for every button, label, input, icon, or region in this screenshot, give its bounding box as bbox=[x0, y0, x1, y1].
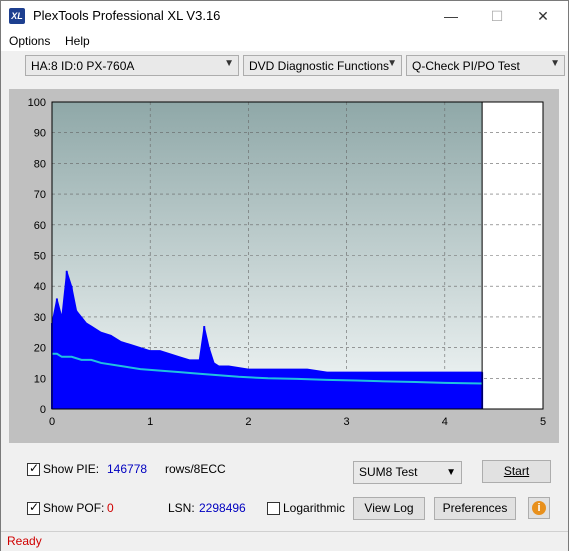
drive-select[interactable]: HA:8 ID:0 PX-760A ▼ bbox=[25, 55, 239, 76]
chevron-down-icon: ▼ bbox=[550, 58, 560, 69]
function-select[interactable]: DVD Diagnostic Functions ▼ bbox=[243, 55, 402, 76]
close-button[interactable]: ✕ bbox=[520, 1, 566, 31]
show-pie-checkbox[interactable]: ✓ bbox=[27, 461, 40, 476]
y-tick-label: 0 bbox=[40, 404, 46, 416]
lsn-value: 2298496 bbox=[199, 501, 246, 515]
test-select[interactable]: Q-Check PI/PO Test ▼ bbox=[406, 55, 565, 76]
toolbar: HA:8 ID:0 PX-760A ▼ DVD Diagnostic Funct… bbox=[1, 51, 568, 83]
start-button[interactable]: Start bbox=[482, 460, 551, 483]
x-tick-label: 3 bbox=[344, 416, 350, 428]
pof-value: 0 bbox=[107, 501, 114, 515]
chevron-down-icon: ▼ bbox=[446, 467, 456, 478]
test-select-value: Q-Check PI/PO Test bbox=[412, 59, 520, 73]
x-tick-label: 0 bbox=[49, 416, 55, 428]
info-button[interactable]: i bbox=[528, 497, 550, 519]
menu-options[interactable]: Options bbox=[9, 34, 50, 48]
title-bar: XL PlexTools Professional XL V3.16 — ☐ ✕ bbox=[1, 1, 568, 31]
logarithmic-label: Logarithmic bbox=[283, 501, 346, 515]
x-tick-label: 1 bbox=[147, 416, 153, 428]
checkmark-icon: ✓ bbox=[29, 461, 40, 475]
chevron-down-icon: ▼ bbox=[387, 58, 397, 69]
drive-select-value: HA:8 ID:0 PX-760A bbox=[31, 59, 135, 73]
pi-po-chart: 0 10 20 30 40 50 60 70 80 90 100 0 1 2 3 4 5 bbox=[28, 97, 546, 428]
controls-panel: ✓ Show PIE: 146778 rows/8ECC SUM8 Test ▼… bbox=[9, 451, 559, 531]
y-tick-label: 100 bbox=[28, 97, 46, 109]
lsn-label: LSN: bbox=[168, 501, 195, 515]
minimize-button[interactable]: — bbox=[428, 1, 474, 31]
maximize-button[interactable]: ☐ bbox=[474, 1, 520, 31]
view-log-label: View Log bbox=[364, 501, 414, 515]
info-icon: i bbox=[532, 501, 546, 515]
x-tick-label: 5 bbox=[540, 416, 546, 428]
rows-unit-label: rows/8ECC bbox=[165, 462, 226, 476]
preferences-button[interactable]: Preferences bbox=[434, 497, 516, 520]
checkmark-icon: ✓ bbox=[29, 500, 40, 514]
y-tick-label: 20 bbox=[34, 343, 46, 355]
preferences-label: Preferences bbox=[442, 501, 508, 515]
show-pof-checkbox[interactable]: ✓ bbox=[27, 500, 40, 515]
y-tick-label: 10 bbox=[34, 373, 46, 385]
app-logo-icon: XL bbox=[9, 8, 25, 24]
x-tick-label: 2 bbox=[245, 416, 251, 428]
y-tick-label: 50 bbox=[34, 251, 46, 263]
x-tick-label: 4 bbox=[442, 416, 448, 428]
chart-panel: 0 10 20 30 40 50 60 70 80 90 100 0 1 2 3 4 5 bbox=[9, 89, 559, 443]
menu-bar: Options Help bbox=[1, 31, 568, 51]
status-bar: Ready bbox=[1, 531, 568, 551]
y-tick-label: 90 bbox=[34, 128, 46, 140]
chevron-down-icon: ▼ bbox=[224, 58, 234, 69]
function-select-value: DVD Diagnostic Functions bbox=[249, 59, 390, 73]
show-pie-label: Show PIE: bbox=[43, 462, 100, 476]
pie-value: 146778 bbox=[107, 462, 148, 476]
show-pof-label: Show POF: bbox=[43, 501, 105, 515]
window-title: PlexTools Professional XL V3.16 bbox=[33, 8, 221, 23]
menu-help[interactable]: Help bbox=[65, 34, 90, 48]
sum-test-select[interactable]: SUM8 Test ▼ bbox=[353, 461, 462, 484]
app-window: XL PlexTools Professional XL V3.16 — ☐ ✕… bbox=[0, 0, 569, 551]
start-button-label: Start bbox=[503, 464, 530, 478]
sum-test-value: SUM8 Test bbox=[359, 465, 418, 479]
status-text: Ready bbox=[7, 534, 42, 548]
y-tick-label: 40 bbox=[34, 281, 46, 293]
y-tick-label: 30 bbox=[34, 312, 46, 324]
y-tick-label: 70 bbox=[34, 189, 46, 201]
y-tick-label: 80 bbox=[34, 158, 46, 170]
logarithmic-checkbox[interactable] bbox=[267, 502, 280, 515]
view-log-button[interactable]: View Log bbox=[353, 497, 425, 520]
y-tick-label: 60 bbox=[34, 220, 46, 232]
